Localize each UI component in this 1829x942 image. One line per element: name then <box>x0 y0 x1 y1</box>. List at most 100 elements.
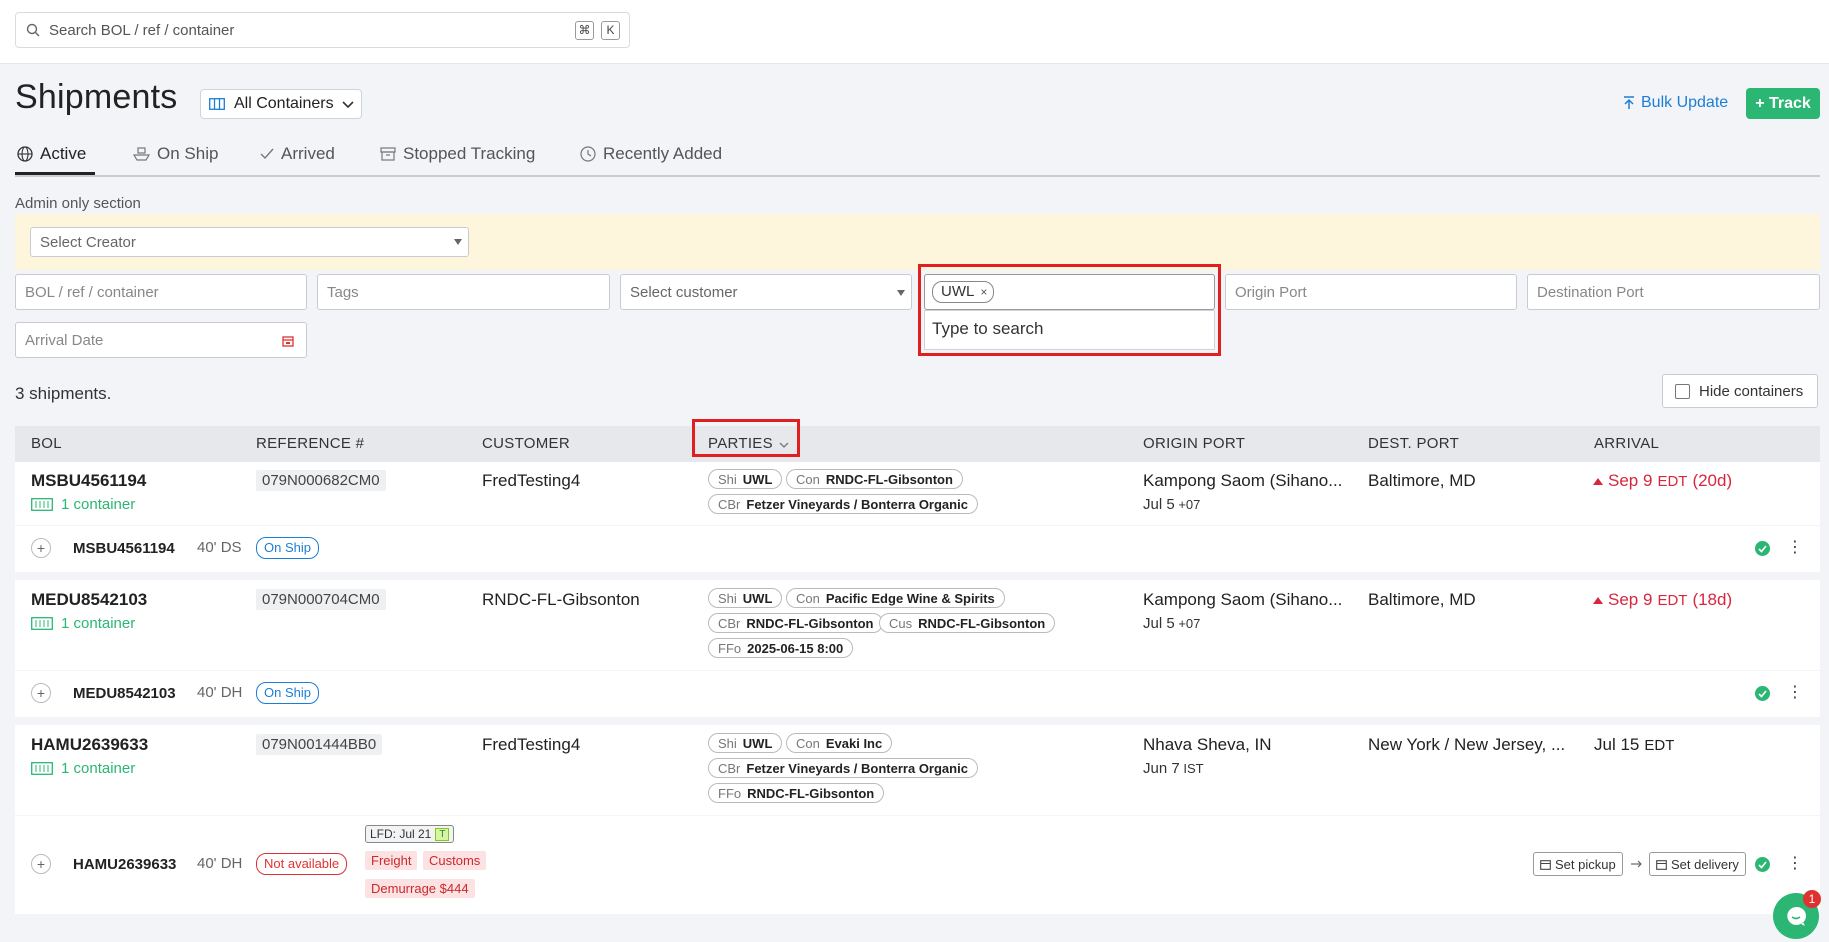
container-id[interactable]: MSBU4561194 <box>73 540 175 557</box>
global-search-input[interactable]: Search BOL / ref / container ⌘ K <box>15 12 630 48</box>
container-size: 40' DS <box>197 539 242 556</box>
party-tag: FFo RNDC-FL-Gibsonton <box>708 783 885 803</box>
container-row[interactable]: + MEDU8542103 40' DH On Ship ⋮ <box>15 671 1820 717</box>
party-role: Shi <box>718 735 737 751</box>
column-customer[interactable]: CUSTOMER <box>482 435 570 452</box>
party-tag: Shi UWL <box>708 469 783 489</box>
column-arrival[interactable]: ARRIVAL <box>1594 435 1659 452</box>
bol-number[interactable]: MEDU8542103 <box>31 590 147 610</box>
tab-on-ship-label: On Ship <box>157 144 219 163</box>
columns-icon <box>209 98 225 110</box>
column-dest-port[interactable]: DEST. PORT <box>1368 435 1459 452</box>
column-origin-port[interactable]: ORIGIN PORT <box>1143 435 1245 452</box>
caret-down-icon <box>454 239 462 245</box>
party-name: 2025-06-15 8:00 <box>747 640 844 656</box>
arrival-date: Sep 9 EDT (20d) <box>1593 471 1732 491</box>
tab-on-ship[interactable]: On Ship <box>133 144 218 164</box>
chevron-down-icon <box>342 101 354 109</box>
arrow-right-icon <box>1631 860 1642 868</box>
container-id[interactable]: MEDU8542103 <box>73 685 176 702</box>
dest-port: Baltimore, MD <box>1368 590 1476 609</box>
set-pickup-label: Set pickup <box>1555 856 1616 872</box>
container-count[interactable]: 1 container <box>31 760 135 777</box>
hide-containers-checkbox[interactable] <box>1675 384 1690 399</box>
set-delivery-label: Set delivery <box>1671 856 1739 872</box>
bulk-update-label: Bulk Update <box>1641 94 1729 111</box>
status-badge: Not available <box>256 853 348 875</box>
tags-filter-input[interactable]: Tags <box>317 274 610 310</box>
party-tag: Cus RNDC-FL-Gibsonton <box>879 613 1056 633</box>
party-tag: CBr RNDC-FL-Gibsonton <box>708 613 884 633</box>
table-row[interactable]: HAMU2639633 1 container 079N001444BB0 Fr… <box>15 725 1820 815</box>
origin-port-input[interactable]: Origin Port <box>1225 274 1517 310</box>
party-filter-input[interactable]: UWL × <box>924 274 1215 310</box>
arrival-delta: (18d) <box>1692 590 1733 609</box>
customer-select[interactable]: Select customer <box>620 274 912 310</box>
dest-port: New York / New Jersey, ... <box>1368 735 1566 754</box>
expand-icon[interactable]: + <box>31 538 51 558</box>
creator-select[interactable]: Select Creator <box>30 227 469 257</box>
party-name: RNDC-FL-Gibsonton <box>825 471 953 487</box>
verified-check-icon <box>1755 857 1770 872</box>
more-options-icon[interactable]: ⋮ <box>1787 540 1803 556</box>
table-header: BOL REFERENCE # CUSTOMER PARTIES ORIGIN … <box>15 426 1820 462</box>
tab-stopped-tracking[interactable]: Stopped Tracking <box>380 144 535 164</box>
caret-up-icon <box>1593 596 1603 604</box>
more-options-icon[interactable]: ⋮ <box>1787 685 1803 701</box>
origin-timezone: IST <box>1183 761 1204 776</box>
party-role: CBr <box>718 615 741 631</box>
track-button[interactable]: + Track <box>1746 88 1820 119</box>
container-view-dropdown[interactable]: All Containers <box>200 89 362 119</box>
party-role: FFo <box>718 785 742 801</box>
container-count-label: 1 container <box>61 615 136 632</box>
party-tag: CBr Fetzer Vineyards / Bonterra Organic <box>708 494 978 514</box>
set-delivery-button[interactable]: Set delivery <box>1649 852 1746 876</box>
table-row[interactable]: MEDU8542103 1 container 079N000704CM0 RN… <box>15 580 1820 670</box>
tab-arrived[interactable]: Arrived <box>260 144 335 164</box>
origin-date: Jul 5 +07 <box>1143 496 1200 513</box>
reference-number: 079N000704CM0 <box>256 589 386 610</box>
bulk-update-button[interactable]: Bulk Update <box>1623 94 1728 112</box>
container-id[interactable]: HAMU2639633 <box>73 856 176 873</box>
party-tag: Shi UWL <box>708 733 783 753</box>
party-role: Con <box>796 735 820 751</box>
calendar-icon <box>1656 859 1667 870</box>
party-name: RNDC-FL-Gibsonton <box>747 785 875 801</box>
archive-icon <box>380 147 396 161</box>
arrival-timezone: EDT <box>1644 736 1675 754</box>
hide-containers-toggle[interactable]: Hide containers <box>1662 374 1818 408</box>
party-search-hint: Type to search <box>932 319 1044 338</box>
party-role: Cus <box>889 615 913 631</box>
expand-icon[interactable]: + <box>31 854 51 874</box>
parties-column-highlight <box>692 419 800 457</box>
bol-number[interactable]: MSBU4561194 <box>31 471 146 491</box>
party-name: RNDC-FL-Gibsonton <box>746 615 874 631</box>
column-reference[interactable]: REFERENCE # <box>256 435 364 452</box>
party-name: UWL <box>742 471 773 487</box>
party-role: CBr <box>718 760 741 776</box>
table-row[interactable]: MSBU4561194 1 container 079N000682CM0 Fr… <box>15 462 1820 525</box>
tab-recently-added[interactable]: Recently Added <box>580 144 722 164</box>
bol-number[interactable]: HAMU2639633 <box>31 735 148 755</box>
active-tab-indicator <box>15 172 95 175</box>
last-free-day: LFD: Jul 21 T <box>365 825 455 843</box>
status-badge: On Ship <box>256 682 319 704</box>
arrival-timezone: EDT <box>1657 591 1688 609</box>
arrival-date-input[interactable]: Arrival Date <box>15 322 307 358</box>
expand-icon[interactable]: + <box>31 683 51 703</box>
remove-chip-icon[interactable]: × <box>980 282 987 302</box>
container-row[interactable]: + HAMU2639633 40' DH Not available LFD: … <box>15 816 1820 914</box>
destination-port-input[interactable]: Destination Port <box>1527 274 1820 310</box>
column-bol[interactable]: BOL <box>31 435 62 452</box>
set-pickup-button[interactable]: Set pickup <box>1533 852 1623 876</box>
tab-active[interactable]: Active <box>17 144 86 164</box>
container-row[interactable]: + MSBU4561194 40' DS On Ship ⋮ <box>15 526 1820 572</box>
tab-recently-added-label: Recently Added <box>603 144 723 163</box>
container-count[interactable]: 1 container <box>31 615 135 632</box>
arrival-date-placeholder: Arrival Date <box>25 332 104 349</box>
more-options-icon[interactable]: ⋮ <box>1787 856 1803 872</box>
container-count[interactable]: 1 container <box>31 496 135 513</box>
admin-section-label: Admin only section <box>15 195 141 212</box>
origin-date-value: Jul 5 <box>1143 615 1175 632</box>
bol-filter-input[interactable]: BOL / ref / container <box>15 274 307 310</box>
